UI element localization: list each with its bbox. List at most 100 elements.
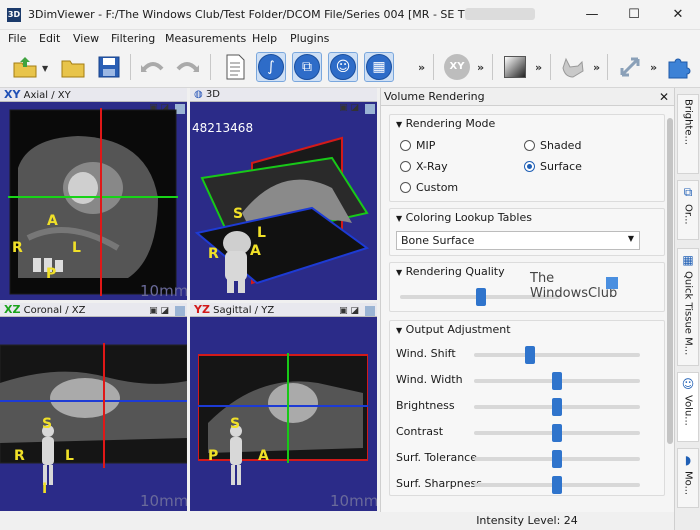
viewport-3d[interactable]: ◍ 3D ▣ ◪ 48213468 S R L A [190, 88, 377, 300]
sidebar-tab-orientation[interactable]: ⧉ Or... [677, 180, 699, 240]
document-button[interactable] [220, 52, 250, 82]
sidebar-tab-models[interactable]: ◗ Mo... [677, 448, 699, 508]
viewport-axial[interactable]: XY Axial / XY ▣ ◪ A R L P 10mm [0, 88, 187, 300]
output-slider-row: Wind. Shift [390, 343, 666, 367]
menu-view[interactable]: View [73, 32, 99, 45]
redo-button[interactable] [172, 52, 202, 82]
radio-surface[interactable] [524, 161, 535, 172]
viewport-controls-icon[interactable]: ▣ ◪ [149, 306, 169, 316]
cube-icon: ⧉ [294, 54, 320, 80]
viewport-title: 3D [205, 89, 220, 100]
slider-label: Surf. Tolerance [396, 451, 477, 464]
radio-label: Surface [540, 160, 582, 173]
lookup-table-select[interactable]: Bone Surface ▼ [396, 231, 640, 250]
undo-icon [141, 62, 164, 72]
quality-slider-thumb[interactable] [476, 288, 486, 306]
orientation-label-a: A [47, 213, 58, 229]
toolbar-overflow-chevron[interactable]: » [593, 61, 600, 74]
window-title: 3DimViewer - F:/The Windows Club/Test Fo… [28, 8, 513, 21]
axial-slice-image [8, 108, 178, 296]
menu-file[interactable]: File [8, 32, 26, 45]
open-dicom-button[interactable] [10, 52, 40, 82]
viewport-coronal[interactable]: XZ Coronal / XZ ▣ ◪ S R L I 10mm [0, 303, 187, 511]
head-tool-button[interactable]: ☺ [328, 52, 358, 82]
window-icon: ⧉ [683, 185, 693, 199]
menu-help[interactable]: Help [252, 32, 277, 45]
checker-icon: ▦ [682, 253, 694, 267]
coronal-slice-image [0, 343, 187, 468]
slider-track[interactable] [474, 353, 640, 357]
slider-thumb[interactable] [552, 424, 562, 442]
output-slider-row: Brightness [390, 395, 666, 419]
xy-view-button[interactable]: XY [442, 52, 472, 82]
rendering-quality-group: ▼ Rendering Quality The WindowsClub [389, 262, 665, 312]
orientation-label-s: S [233, 206, 244, 222]
open-folder-button[interactable] [58, 52, 88, 82]
group-title: ▼ Rendering Quality [396, 265, 505, 278]
output-slider-row: Surf. Sharpness [390, 473, 666, 497]
jaw-icon: ◗ [684, 453, 692, 467]
viewport-title: Sagittal / YZ [213, 305, 275, 316]
checker-tool-button[interactable]: ▦ [364, 52, 394, 82]
menu-bar: File Edit View Filtering Measurements He… [0, 30, 700, 48]
maximize-button[interactable]: ☐ [620, 5, 648, 25]
slider-thumb[interactable] [525, 346, 536, 364]
gradient-button[interactable] [500, 52, 530, 82]
toolbar-overflow-chevron[interactable]: » [535, 61, 542, 74]
output-sliders: Wind. Shift Wind. Width Brightness Contrast… [390, 343, 666, 494]
sidebar-tab-volume-rendering[interactable]: ☺ Volu... [677, 372, 699, 442]
minimize-button[interactable]: — [578, 5, 606, 25]
menu-plugins[interactable]: Plugins [290, 32, 329, 45]
orientation-label-p: P [46, 266, 57, 282]
toolbar-overflow-chevron[interactable]: » [418, 61, 425, 74]
curve-tool-button[interactable]: ∫ [256, 52, 286, 82]
toolbar-overflow-chevron[interactable]: » [477, 61, 484, 74]
floppy-disk-icon [98, 56, 120, 78]
viewport-controls-icon[interactable]: ▣ ◪ [339, 306, 359, 316]
menu-edit[interactable]: Edit [39, 32, 60, 45]
output-slider-row: Contrast [390, 421, 666, 445]
panel-scrollbar[interactable] [667, 118, 673, 444]
toolbar: ▼ ∫ ⧉ ☺ ▦ » XY » » » » [0, 48, 700, 88]
scale-label: 10mm [330, 492, 377, 510]
menu-measurements[interactable]: Measurements [165, 32, 246, 45]
right-sidebar: Brighte... ⧉ Or... ▦ Quick Tissue M... ☺… [674, 88, 700, 530]
orientation-label-r: R [12, 240, 23, 256]
sidebar-tab-quick-tissue[interactable]: ▦ Quick Tissue M... [677, 248, 699, 366]
viewport-controls-icon[interactable]: ▣ ◪ [339, 103, 359, 113]
undo-button[interactable] [138, 52, 168, 82]
slider-thumb[interactable] [552, 398, 562, 416]
status-bar: Intensity Level: 24 [380, 512, 674, 530]
curve-icon: ∫ [258, 54, 284, 80]
menu-filtering[interactable]: Filtering [111, 32, 155, 45]
save-button[interactable] [94, 52, 124, 82]
document-icon [226, 54, 245, 80]
folder-icon [61, 60, 85, 78]
plugins-button[interactable] [664, 52, 694, 82]
watermark-logo: The WindowsClub [530, 271, 618, 301]
radio-xray[interactable] [400, 161, 411, 172]
group-title: ▼ Output Adjustment [396, 323, 511, 336]
expand-button[interactable] [615, 52, 645, 82]
slider-thumb[interactable] [552, 372, 562, 390]
slider-thumb[interactable] [552, 450, 562, 468]
radio-shaded[interactable] [524, 140, 535, 151]
close-button[interactable]: ✕ [664, 5, 692, 25]
watermark-icon [606, 277, 618, 289]
viewport-header: ◍ 3D [190, 88, 377, 102]
jaw-model-button[interactable] [558, 52, 588, 82]
radio-mip[interactable] [400, 140, 411, 151]
slider-label: Brightness [396, 399, 455, 412]
folder-up-icon [13, 57, 37, 78]
toolbar-overflow-chevron[interactable]: » [650, 61, 657, 74]
viewport-sagittal[interactable]: YZ Sagittal / YZ ▣ ◪ S P A 10mm [190, 303, 377, 511]
dropdown-arrow-icon[interactable]: ▼ [42, 64, 48, 73]
slider-thumb[interactable] [552, 476, 562, 494]
gradient-icon [504, 56, 526, 78]
title-bar: 3D 3DimViewer - F:/The Windows Club/Test… [0, 0, 700, 30]
redo-icon [176, 62, 199, 72]
panel-close-icon[interactable]: ✕ [659, 88, 669, 106]
sidebar-tab-brightness[interactable]: Brighte... [677, 94, 699, 174]
volume-tool-button[interactable]: ⧉ [292, 52, 322, 82]
radio-custom[interactable] [400, 182, 411, 193]
